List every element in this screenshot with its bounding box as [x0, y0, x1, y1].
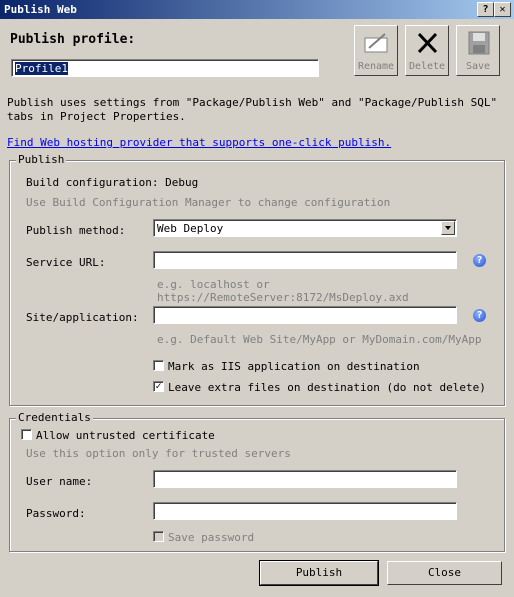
- question-circle-icon[interactable]: ?: [473, 309, 486, 322]
- service-url-hint: e.g. localhost or https://RemoteServer:8…: [157, 278, 409, 304]
- profile-value: Profile1: [15, 62, 68, 75]
- username-label: User name:: [26, 475, 93, 488]
- mark-iis-label: Mark as IIS application on destination: [168, 360, 420, 373]
- publish-button[interactable]: Publish: [259, 560, 379, 586]
- delete-button[interactable]: Delete: [405, 25, 449, 76]
- build-configuration: Build configuration: Debug: [26, 176, 199, 189]
- profile-select[interactable]: Profile1: [11, 59, 319, 77]
- delete-label: Delete: [408, 61, 446, 72]
- save-password-label: Save password: [168, 531, 255, 544]
- mark-iis-checkbox[interactable]: [153, 360, 164, 371]
- password-label: Password:: [26, 507, 86, 520]
- publish-description: Publish uses settings from "Package/Publ…: [7, 96, 498, 123]
- publish-method-value: Web Deploy: [157, 222, 224, 235]
- close-window-button[interactable]: ✕: [494, 2, 511, 17]
- chevron-down-icon[interactable]: [441, 221, 455, 235]
- untrusted-hint: Use this option only for trusted servers: [26, 447, 291, 460]
- allow-untrusted-label: Allow untrusted certificate: [36, 429, 215, 442]
- save-button[interactable]: Save: [456, 25, 500, 76]
- rename-button[interactable]: Rename: [354, 25, 398, 76]
- close-button[interactable]: Close: [387, 561, 502, 585]
- publish-method-label: Publish method:: [26, 224, 126, 237]
- save-label: Save: [465, 61, 491, 72]
- floppy-disk-icon: [468, 31, 490, 55]
- publish-method-select[interactable]: Web Deploy: [153, 219, 457, 237]
- credentials-legend: Credentials: [16, 411, 93, 424]
- hosting-provider-link[interactable]: Find Web hosting provider that supports …: [7, 136, 391, 149]
- leave-files-label: Leave extra files on destination (do not…: [168, 381, 486, 394]
- site-application-label: Site/application:: [26, 311, 139, 324]
- profile-heading: Publish profile:: [10, 32, 136, 47]
- title-bar: Publish Web ? ✕: [0, 0, 514, 19]
- rename-label: Rename: [357, 61, 395, 72]
- question-circle-icon[interactable]: ?: [473, 254, 486, 267]
- site-application-hint: e.g. Default Web Site/MyApp or MyDomain.…: [157, 333, 482, 346]
- save-password-checkbox[interactable]: [153, 531, 164, 542]
- service-url-label: Service URL:: [26, 256, 106, 269]
- help-button[interactable]: ?: [477, 2, 494, 17]
- rename-icon: [364, 33, 388, 53]
- window-title: Publish Web: [4, 3, 77, 16]
- x-icon: [417, 32, 438, 54]
- publish-legend: Publish: [16, 153, 67, 166]
- allow-untrusted-checkbox[interactable]: [21, 429, 32, 440]
- build-configuration-hint: Use Build Configuration Manager to chang…: [26, 196, 391, 209]
- service-url-input[interactable]: [153, 251, 457, 269]
- password-input[interactable]: [153, 502, 457, 520]
- site-application-input[interactable]: [153, 306, 457, 324]
- leave-files-checkbox[interactable]: ✓: [153, 381, 164, 392]
- username-input[interactable]: [153, 470, 457, 488]
